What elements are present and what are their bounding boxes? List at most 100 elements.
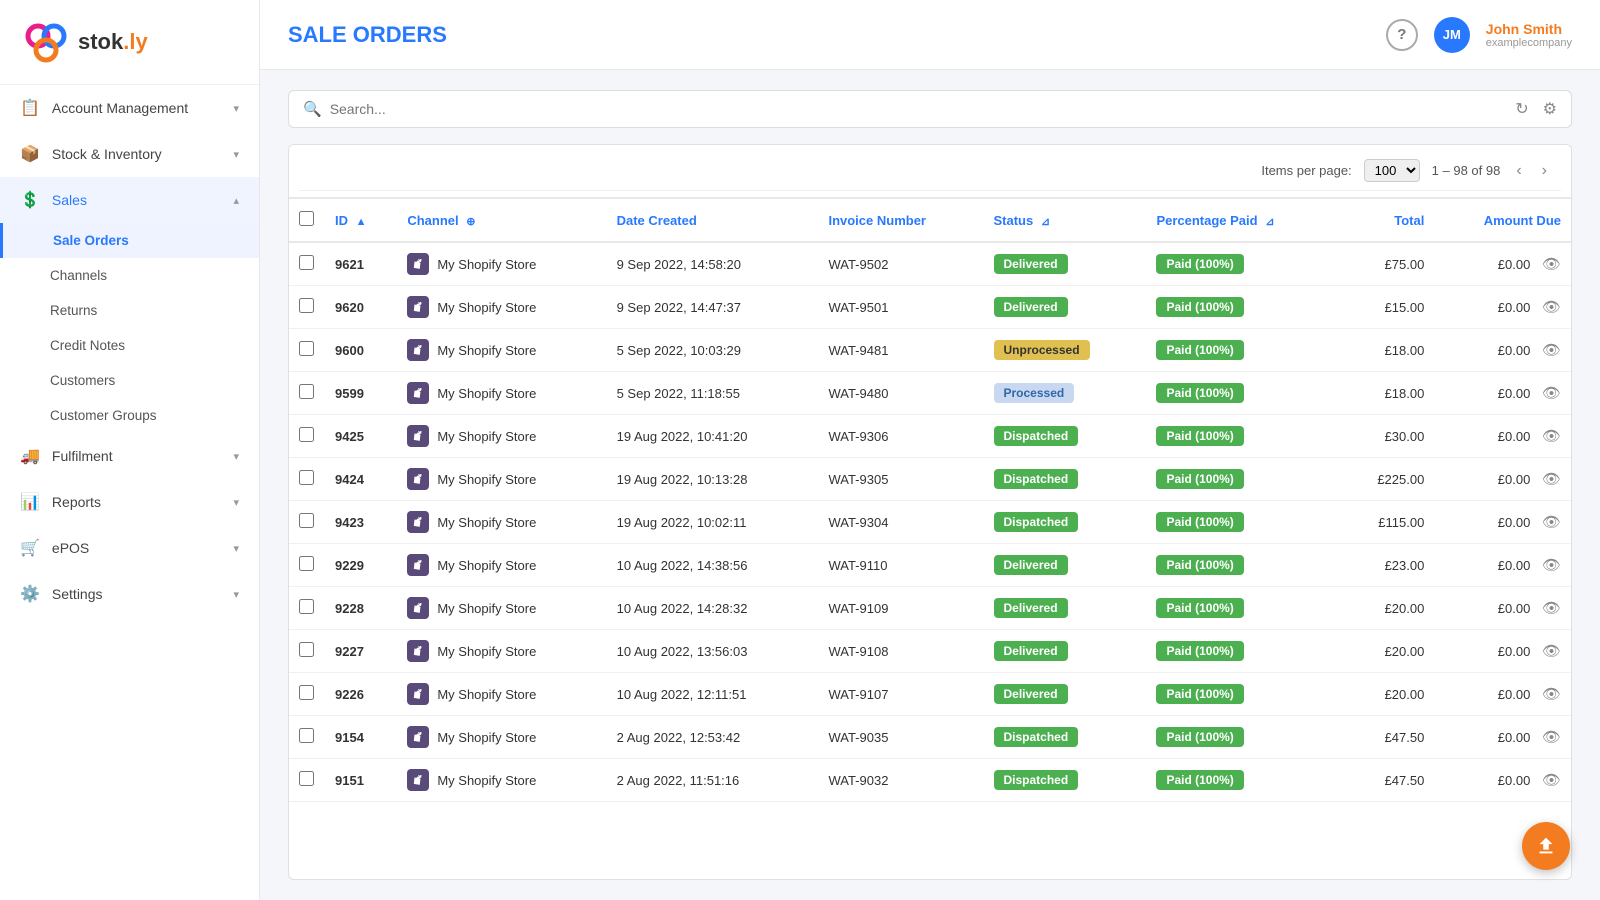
- settings-button[interactable]: ⚙: [1541, 97, 1559, 121]
- paid-badge: Paid (100%): [1156, 469, 1243, 489]
- cell-channel: My Shopify Store: [397, 501, 606, 544]
- view-button[interactable]: 👁: [1542, 599, 1561, 617]
- prev-page-button[interactable]: ‹: [1512, 160, 1525, 182]
- cell-invoice: WAT-9481: [818, 329, 983, 372]
- chevron-down-icon: ▾: [233, 148, 239, 161]
- refresh-button[interactable]: ↻: [1513, 97, 1530, 121]
- sidebar-item-credit-notes[interactable]: Credit Notes: [0, 328, 259, 363]
- table-row: 9621 My Shopify Store 9 Sep 2022, 14:58:…: [289, 242, 1571, 286]
- col-invoice-number[interactable]: Invoice Number: [818, 198, 983, 242]
- view-button[interactable]: 👁: [1542, 298, 1561, 316]
- view-button[interactable]: 👁: [1542, 556, 1561, 574]
- sidebar-item-account-management[interactable]: 📋 Account Management ▾: [0, 85, 259, 131]
- avatar: JM: [1434, 17, 1470, 53]
- cell-percentage-paid: Paid (100%): [1146, 544, 1340, 587]
- row-checkbox[interactable]: [299, 728, 314, 743]
- sidebar-item-stock-inventory[interactable]: 📦 Stock & Inventory ▾: [0, 131, 259, 177]
- row-checkbox[interactable]: [299, 298, 314, 313]
- row-checkbox[interactable]: [299, 556, 314, 571]
- cell-id: 9228: [325, 587, 397, 630]
- row-checkbox[interactable]: [299, 599, 314, 614]
- sidebar-item-reports[interactable]: 📊 Reports ▾: [0, 479, 259, 525]
- row-checkbox[interactable]: [299, 255, 314, 270]
- shopify-icon: [407, 726, 429, 748]
- view-button[interactable]: 👁: [1542, 728, 1561, 746]
- row-checkbox[interactable]: [299, 771, 314, 786]
- search-bar: 🔍 ↻ ⚙: [288, 90, 1572, 128]
- status-badge: Delivered: [994, 297, 1068, 317]
- row-checkbox[interactable]: [299, 384, 314, 399]
- paid-badge: Paid (100%): [1156, 254, 1243, 274]
- sidebar-item-sale-orders[interactable]: Sale Orders: [0, 223, 259, 258]
- next-page-button[interactable]: ›: [1538, 160, 1551, 182]
- cell-total: £23.00: [1340, 544, 1434, 587]
- row-checkbox[interactable]: [299, 341, 314, 356]
- row-checkbox[interactable]: [299, 513, 314, 528]
- stock-inventory-icon: 📦: [20, 144, 40, 164]
- cell-amount-due: £0.00 👁: [1434, 501, 1571, 544]
- row-checkbox[interactable]: [299, 427, 314, 442]
- row-checkbox-cell: [289, 372, 325, 415]
- col-id[interactable]: ID ▲: [325, 198, 397, 242]
- status-badge: Delivered: [994, 598, 1068, 618]
- sidebar-item-fulfilment[interactable]: 🚚 Fulfilment ▾: [0, 433, 259, 479]
- col-amount-due[interactable]: Amount Due: [1434, 198, 1571, 242]
- table-row: 9425 My Shopify Store 19 Aug 2022, 10:41…: [289, 415, 1571, 458]
- sales-subnav: Sale Orders Channels Returns Credit Note…: [0, 223, 259, 433]
- cell-id: 9425: [325, 415, 397, 458]
- user-company: examplecompany: [1486, 37, 1572, 49]
- col-status[interactable]: Status ⊿: [984, 198, 1147, 242]
- sidebar-item-epos[interactable]: 🛒 ePOS ▾: [0, 525, 259, 571]
- select-all-header: [289, 198, 325, 242]
- sidebar-item-channels[interactable]: Channels: [0, 258, 259, 293]
- view-button[interactable]: 👁: [1542, 384, 1561, 402]
- shopify-icon: [407, 597, 429, 619]
- status-badge: Unprocessed: [994, 340, 1090, 360]
- cell-total: £18.00: [1340, 329, 1434, 372]
- upload-fab[interactable]: [1522, 822, 1570, 870]
- view-button[interactable]: 👁: [1542, 470, 1561, 488]
- view-button[interactable]: 👁: [1542, 685, 1561, 703]
- sidebar-item-sales[interactable]: 💲 Sales ▴: [0, 177, 259, 223]
- table-row: 9424 My Shopify Store 19 Aug 2022, 10:13…: [289, 458, 1571, 501]
- col-channel[interactable]: Channel ⊕: [397, 198, 606, 242]
- row-checkbox[interactable]: [299, 685, 314, 700]
- row-checkbox[interactable]: [299, 470, 314, 485]
- view-button[interactable]: 👁: [1542, 771, 1561, 789]
- sidebar-item-label: Account Management: [52, 100, 188, 116]
- cell-date: 5 Sep 2022, 11:18:55: [607, 372, 819, 415]
- items-per-page-select[interactable]: 100 50 25: [1364, 159, 1420, 182]
- shopify-icon: [407, 253, 429, 275]
- col-total[interactable]: Total: [1340, 198, 1434, 242]
- table-row: 9423 My Shopify Store 19 Aug 2022, 10:02…: [289, 501, 1571, 544]
- view-button[interactable]: 👁: [1542, 642, 1561, 660]
- row-checkbox-cell: [289, 415, 325, 458]
- cell-total: £225.00: [1340, 458, 1434, 501]
- row-checkbox[interactable]: [299, 642, 314, 657]
- help-button[interactable]: ?: [1386, 19, 1418, 51]
- paid-badge: Paid (100%): [1156, 727, 1243, 747]
- view-button[interactable]: 👁: [1542, 513, 1561, 531]
- row-checkbox-cell: [289, 587, 325, 630]
- view-button[interactable]: 👁: [1542, 341, 1561, 359]
- cell-percentage-paid: Paid (100%): [1146, 242, 1340, 286]
- row-checkbox-cell: [289, 242, 325, 286]
- view-button[interactable]: 👁: [1542, 255, 1561, 273]
- status-badge: Dispatched: [994, 727, 1079, 747]
- sidebar-item-customers[interactable]: Customers: [0, 363, 259, 398]
- main-area: SALE ORDERS ? JM John Smith examplecompa…: [260, 0, 1600, 900]
- view-button[interactable]: 👁: [1542, 427, 1561, 445]
- cell-id: 9600: [325, 329, 397, 372]
- col-date-created[interactable]: Date Created: [607, 198, 819, 242]
- orders-table-body: 9621 My Shopify Store 9 Sep 2022, 14:58:…: [289, 242, 1571, 802]
- row-checkbox-cell: [289, 286, 325, 329]
- sidebar-item-customer-groups[interactable]: Customer Groups: [0, 398, 259, 433]
- cell-amount-due: £0.00 👁: [1434, 587, 1571, 630]
- sidebar-item-settings[interactable]: ⚙️ Settings ▾: [0, 571, 259, 617]
- sidebar-item-label: Fulfilment: [52, 448, 113, 464]
- select-all-checkbox[interactable]: [299, 211, 314, 226]
- shopify-icon: [407, 296, 429, 318]
- sidebar-item-returns[interactable]: Returns: [0, 293, 259, 328]
- col-percentage-paid[interactable]: Percentage Paid ⊿: [1146, 198, 1340, 242]
- search-input[interactable]: [330, 101, 1557, 117]
